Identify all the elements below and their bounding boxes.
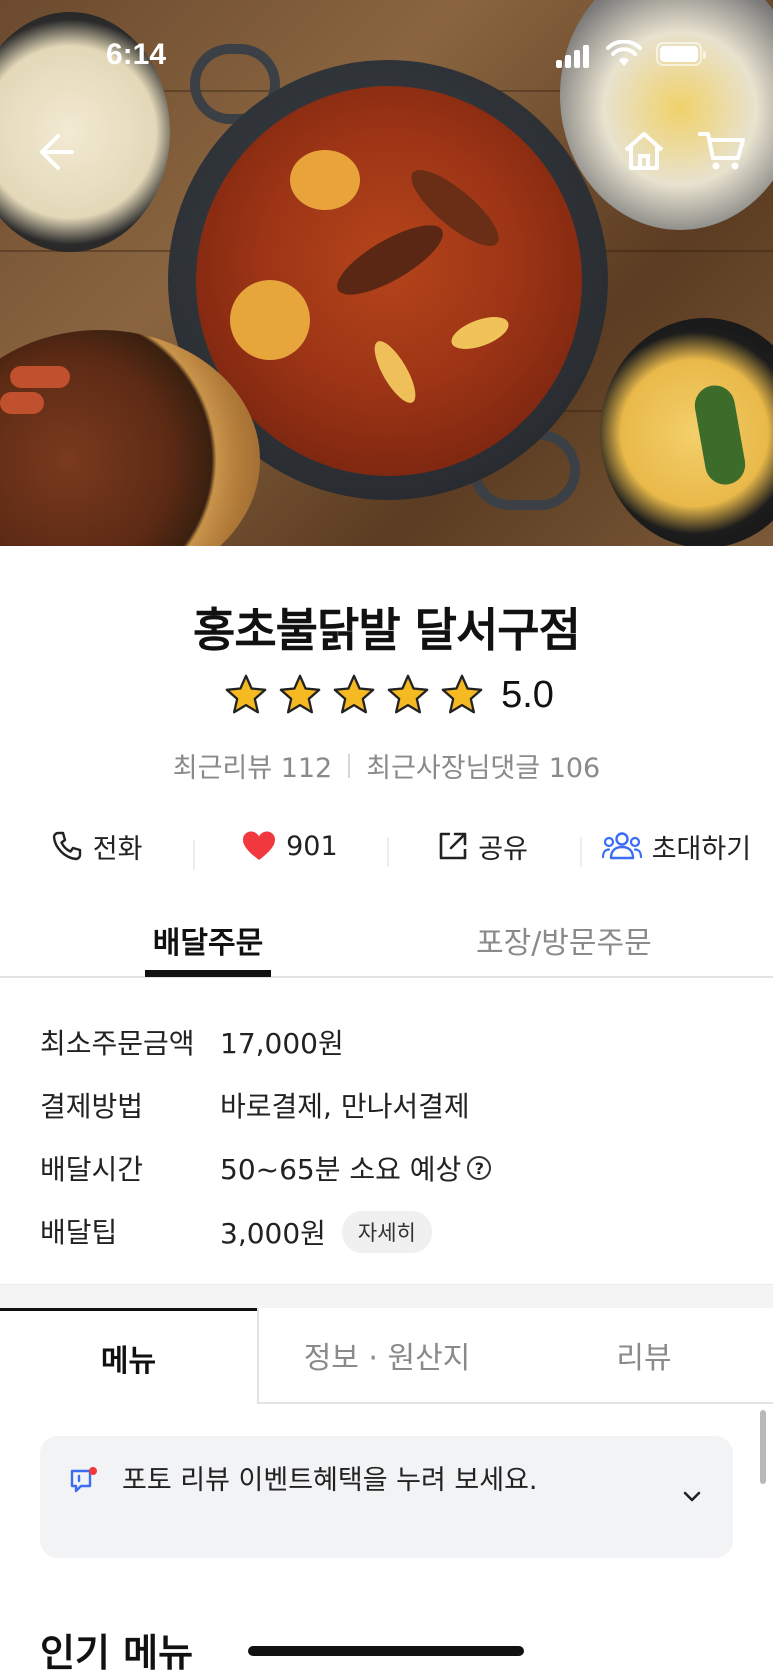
status-time: 6:14 — [106, 38, 167, 71]
notice-text: 포토 리뷰 이벤트혜택을 누려 보세요. — [122, 1465, 538, 1496]
share-icon — [439, 832, 467, 860]
content-tabs: 메뉴 정보 · 원산지 리뷰 — [0, 1308, 773, 1404]
payment-methods-value: 바로결제, 만나서결제 — [220, 1090, 470, 1123]
like-button[interactable]: 901 — [193, 830, 386, 870]
info-key: 배달시간 — [40, 1153, 144, 1186]
rating-row: 5.0 — [0, 672, 773, 718]
chevron-down-icon[interactable] — [680, 1484, 704, 1508]
star-icon — [333, 674, 375, 714]
photo-review-event-banner[interactable]: 포토 리뷰 이벤트혜택을 누려 보세요. — [40, 1436, 733, 1558]
steamed-egg-bowl — [600, 318, 773, 546]
star-icon — [441, 674, 483, 714]
potato-chunk — [230, 280, 310, 360]
section-divider — [0, 1284, 773, 1308]
review-stats[interactable]: 최근리뷰 112 최근사장님댓글 106 — [0, 746, 773, 785]
potato-chunk — [290, 150, 360, 210]
phone-icon — [52, 831, 81, 861]
popular-menu-heading: 인기 메뉴 — [40, 1631, 194, 1675]
info-key: 배달팁 — [40, 1216, 118, 1249]
star-icon — [279, 674, 321, 714]
chat-notice-icon — [70, 1467, 97, 1493]
share-label: 공유 — [478, 833, 528, 865]
tab-pickup-order[interactable]: 포장/방문주문 — [476, 918, 652, 962]
invite-label: 초대하기 — [651, 833, 752, 865]
people-icon — [601, 832, 642, 860]
delivery-info: 최소주문금액 17,000원 결제방법 바로결제, 만나서결제 배달시간 50~… — [40, 1014, 740, 1266]
sausage — [0, 392, 44, 414]
owner-reply-count[interactable]: 최근사장님댓글 106 — [366, 746, 600, 785]
recent-review-count[interactable]: 최근리뷰 112 — [173, 746, 332, 785]
call-button[interactable]: 전화 — [0, 827, 193, 866]
back-arrow-icon[interactable] — [28, 128, 76, 176]
divider — [348, 753, 351, 778]
tab-delivery-order[interactable]: 배달주문 — [146, 918, 270, 962]
call-label: 전화 — [92, 833, 143, 865]
store-actions: 전화 901 공유 초대하기 — [0, 818, 773, 874]
cart-icon[interactable] — [698, 128, 746, 172]
tab-menu[interactable]: 메뉴 — [0, 1308, 257, 1404]
help-icon[interactable]: ? — [467, 1156, 492, 1180]
wifi-icon — [606, 40, 642, 66]
delivery-tip-value: 3,000원 — [220, 1217, 326, 1250]
order-type-tabs: 배달주문 포장/방문주문 — [0, 900, 773, 978]
cellular-signal-icon — [556, 44, 592, 68]
like-count: 901 — [286, 830, 338, 862]
info-value: 3,000원 자세히 — [220, 1211, 432, 1253]
active-tab-indicator — [145, 970, 271, 977]
share-button[interactable]: 공유 — [386, 827, 580, 867]
info-value: 바로결제, 만나서결제 — [220, 1085, 470, 1125]
tab-info-origin[interactable]: 정보 · 원산지 — [257, 1308, 515, 1404]
sausage — [10, 366, 70, 388]
info-value: 50~65분 소요 예상 ? — [220, 1148, 492, 1188]
delivery-tip-detail-button[interactable]: 자세히 — [341, 1211, 432, 1253]
scrollbar[interactable] — [760, 1410, 766, 1484]
min-order-value: 17,000원 — [220, 1027, 344, 1060]
battery-icon — [656, 42, 706, 66]
rating-value: 5.0 — [501, 673, 554, 716]
info-row-delivery-time: 배달시간 50~65분 소요 예상 ? — [40, 1140, 740, 1203]
home-indicator[interactable] — [248, 1646, 524, 1656]
invite-button[interactable]: 초대하기 — [579, 827, 773, 867]
delivery-time-value: 50~65분 소요 예상 — [220, 1153, 462, 1186]
info-row-payment: 결제방법 바로결제, 만나서결제 — [40, 1077, 740, 1140]
tab-review[interactable]: 리뷰 — [515, 1308, 773, 1404]
info-key: 최소주문금액 — [40, 1027, 195, 1060]
info-row-delivery-tip: 배달팁 3,000원 자세히 — [40, 1203, 740, 1266]
info-key: 결제방법 — [40, 1090, 144, 1123]
info-value: 17,000원 — [220, 1022, 344, 1062]
info-row-min-order: 최소주문금액 17,000원 — [40, 1014, 740, 1077]
home-icon[interactable] — [622, 128, 666, 172]
store-name: 홍초불닭발 달서구점 — [193, 603, 581, 657]
status-bar: 6:14 — [0, 0, 773, 110]
star-icon — [387, 674, 429, 714]
heart-icon — [243, 831, 276, 860]
star-icon — [225, 674, 267, 714]
